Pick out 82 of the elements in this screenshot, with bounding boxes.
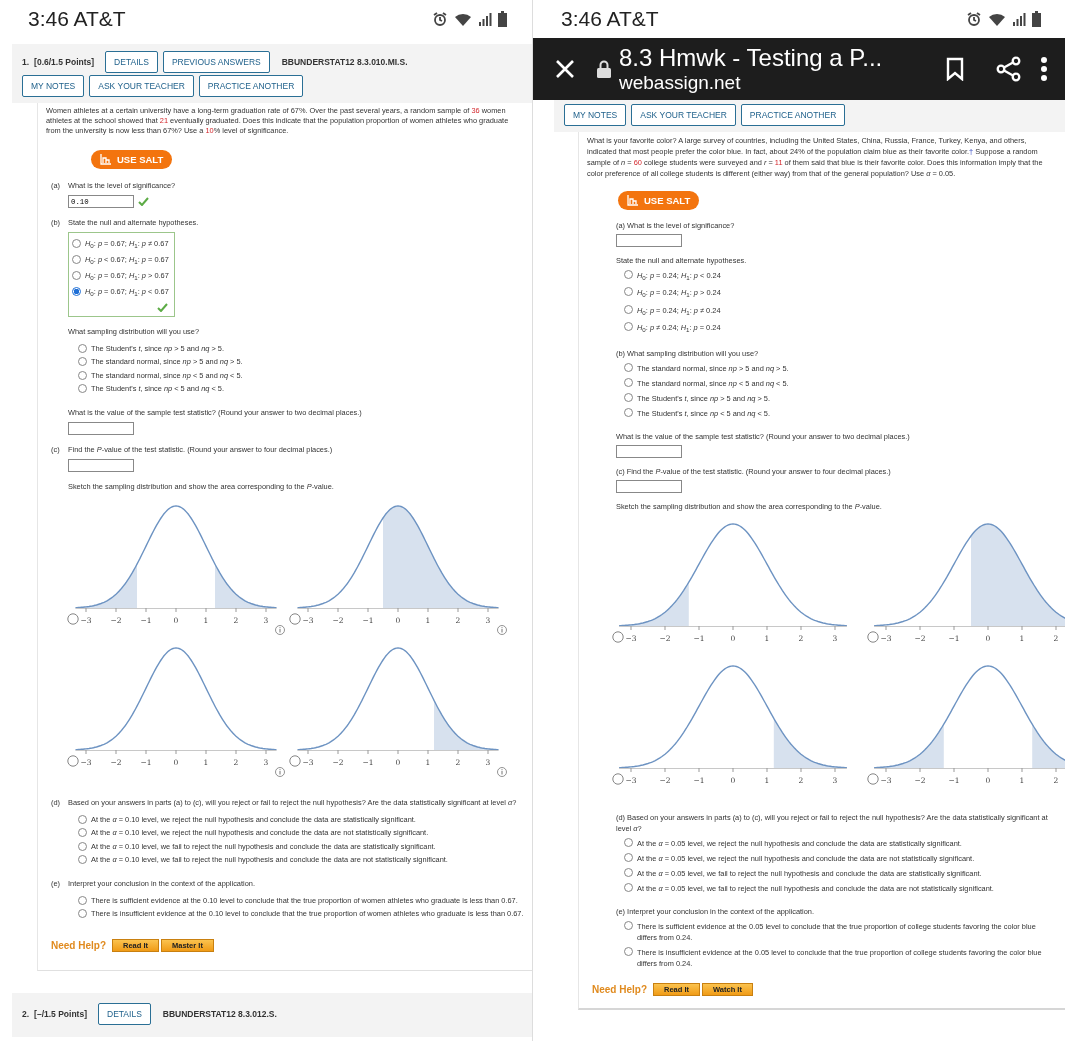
radio-button[interactable] bbox=[72, 239, 81, 248]
info-icon[interactable] bbox=[497, 625, 507, 635]
radio-button[interactable] bbox=[624, 270, 633, 279]
radio-button[interactable] bbox=[78, 370, 87, 380]
question-number: 2. bbox=[22, 1008, 30, 1019]
tool-button[interactable]: ASK YOUR TEACHER bbox=[89, 75, 194, 97]
radio-button[interactable] bbox=[72, 286, 81, 296]
radio-button[interactable] bbox=[289, 755, 301, 767]
radio-button[interactable] bbox=[624, 304, 633, 314]
radio-button[interactable] bbox=[78, 357, 87, 367]
radio-button[interactable] bbox=[72, 254, 81, 264]
close-icon[interactable] bbox=[555, 59, 575, 79]
radio-button[interactable] bbox=[624, 407, 633, 417]
tool-button[interactable]: PRACTICE ANOTHER bbox=[198, 75, 304, 97]
radio-button[interactable] bbox=[78, 384, 87, 394]
radio-button[interactable] bbox=[78, 814, 87, 824]
bookmark-icon[interactable] bbox=[946, 57, 964, 81]
battery-icon bbox=[1032, 11, 1041, 27]
question-code: BBUNDERSTAT12 8.3.012.S. bbox=[162, 1008, 277, 1019]
salt-icon bbox=[627, 195, 639, 206]
header-button[interactable]: DETAILS bbox=[98, 1002, 151, 1025]
tool-button[interactable]: MY NOTES bbox=[22, 75, 85, 97]
signal-icon bbox=[1012, 12, 1026, 26]
need-help-label: Need Help? bbox=[51, 939, 106, 951]
radio-button[interactable] bbox=[624, 946, 633, 956]
radio-button[interactable] bbox=[78, 828, 87, 838]
points-label: [–/1.5 Points] bbox=[34, 1008, 87, 1019]
radio-button[interactable] bbox=[78, 909, 87, 919]
tool-button[interactable]: ASK YOUR TEACHER bbox=[631, 104, 736, 126]
tool-button[interactable]: MY NOTES bbox=[564, 104, 627, 126]
radio-button[interactable] bbox=[624, 837, 633, 847]
radio-button[interactable] bbox=[624, 377, 633, 387]
alarm-icon bbox=[966, 11, 982, 27]
salt-icon bbox=[100, 154, 112, 165]
alarm-icon bbox=[432, 11, 448, 27]
radio-button[interactable] bbox=[624, 287, 633, 297]
radio-button[interactable] bbox=[78, 895, 87, 905]
radio-button[interactable] bbox=[612, 631, 624, 643]
info-icon[interactable] bbox=[275, 767, 285, 777]
radio-button[interactable] bbox=[624, 362, 633, 372]
header-button[interactable]: PREVIOUS ANSWERS bbox=[162, 51, 270, 73]
info-icon[interactable] bbox=[275, 625, 285, 635]
radio-button[interactable] bbox=[867, 631, 879, 643]
radio-button[interactable] bbox=[78, 855, 87, 865]
page-title: 8.3 Hmwk - Testing a P... bbox=[619, 44, 884, 72]
radio-button[interactable] bbox=[624, 867, 633, 877]
question-number: 1. bbox=[22, 57, 30, 67]
points-label: [0.6/1.5 Points] bbox=[34, 57, 95, 67]
tool-button[interactable]: PRACTICE ANOTHER bbox=[740, 104, 846, 126]
status-time: 3:46 AT&T bbox=[28, 7, 126, 31]
radio-button[interactable] bbox=[624, 920, 633, 930]
question-code: BBUNDERSTAT12 8.3.010.MI.S. bbox=[281, 57, 408, 67]
wifi-icon bbox=[988, 11, 1006, 27]
radio-button[interactable] bbox=[624, 392, 633, 402]
radio-button[interactable] bbox=[67, 613, 79, 625]
radio-button[interactable] bbox=[72, 270, 81, 280]
radio-button[interactable] bbox=[624, 882, 633, 892]
signal-icon bbox=[478, 12, 492, 26]
battery-icon bbox=[498, 11, 507, 27]
more-menu-icon[interactable] bbox=[1040, 56, 1048, 82]
share-icon[interactable] bbox=[996, 56, 1022, 82]
answer-field[interactable] bbox=[616, 479, 682, 493]
answer-field[interactable] bbox=[616, 234, 682, 247]
answer-field[interactable] bbox=[616, 444, 682, 458]
lock-icon bbox=[597, 60, 611, 78]
radio-button[interactable] bbox=[867, 773, 879, 785]
radio-button[interactable] bbox=[612, 773, 624, 785]
radio-button[interactable] bbox=[289, 613, 301, 625]
radio-button[interactable] bbox=[624, 852, 633, 862]
page-url: webassign.net bbox=[619, 72, 742, 94]
wifi-icon bbox=[454, 11, 472, 27]
status-time: 3:46 AT&T bbox=[561, 7, 659, 31]
radio-button[interactable] bbox=[67, 755, 79, 767]
answer-field[interactable] bbox=[68, 458, 134, 472]
info-icon[interactable] bbox=[497, 767, 507, 777]
radio-button[interactable] bbox=[78, 841, 87, 851]
radio-button[interactable] bbox=[78, 343, 87, 353]
answer-field[interactable] bbox=[68, 421, 134, 435]
radio-button[interactable] bbox=[624, 322, 633, 332]
need-help-label: Need Help? bbox=[592, 983, 647, 995]
check-icon bbox=[157, 302, 168, 312]
header-button[interactable]: DETAILS bbox=[105, 51, 158, 73]
